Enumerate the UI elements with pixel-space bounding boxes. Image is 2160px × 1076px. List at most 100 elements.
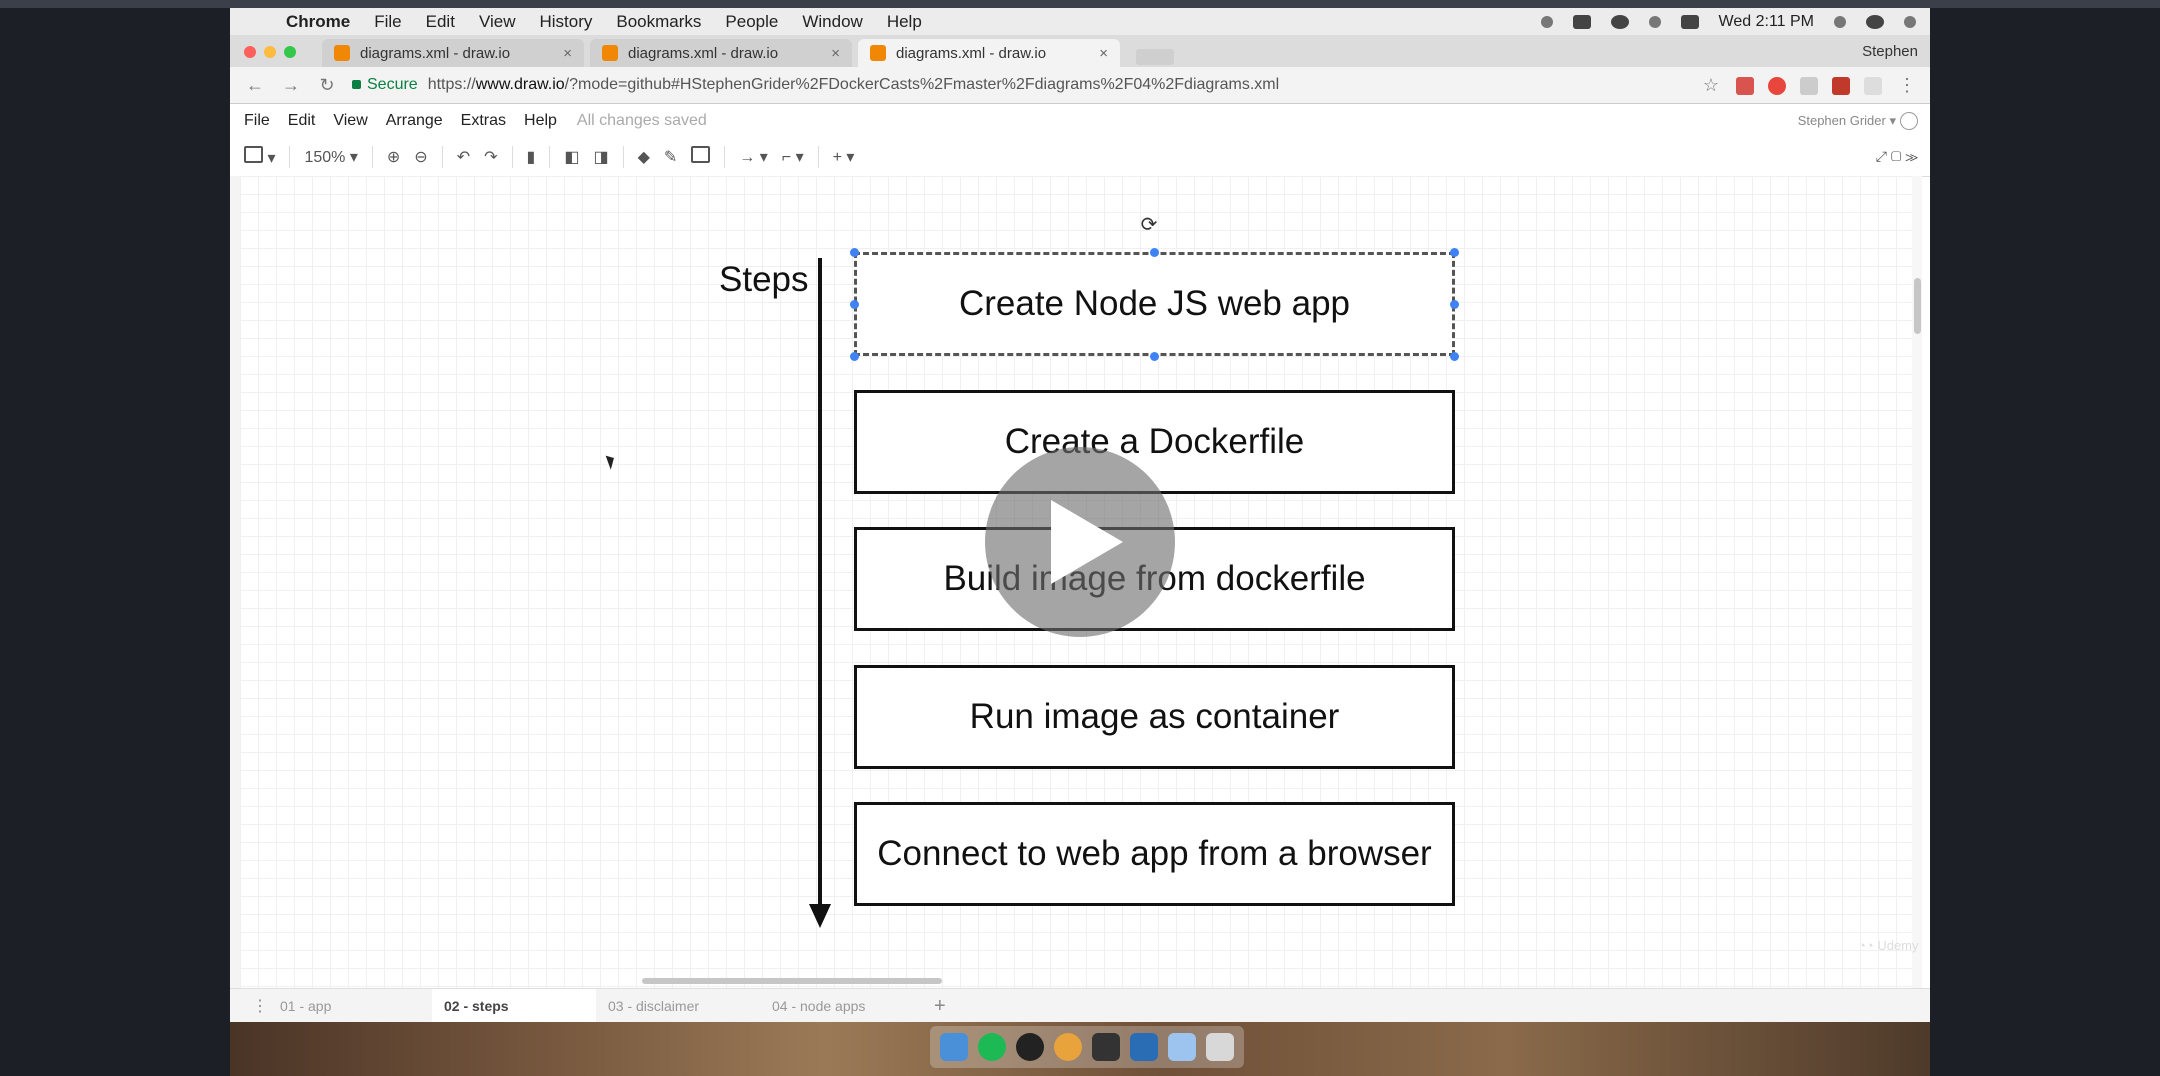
fullscreen-icon[interactable]: ⤢ ▢ ≫	[1876, 148, 1918, 165]
drawio-menu-extras[interactable]: Extras	[461, 112, 506, 130]
extension-icon[interactable]	[1736, 76, 1754, 95]
selection-handle[interactable]	[850, 300, 859, 309]
page-tab[interactable]: 01 - app	[268, 998, 432, 1014]
close-tab-icon[interactable]: ×	[831, 45, 840, 62]
downloads-folder-icon[interactable]	[1168, 1033, 1196, 1061]
step-box[interactable]: Connect to web app from a browser	[854, 802, 1455, 906]
selection-handle[interactable]	[850, 248, 859, 257]
drawio-menu-help[interactable]: Help	[524, 112, 557, 130]
selection-handle[interactable]	[1450, 248, 1459, 257]
vscode-icon[interactable]	[1130, 1033, 1158, 1061]
user-menu[interactable]: Stephen Grider ▾	[1798, 113, 1896, 129]
zoom-window-icon[interactable]	[284, 46, 296, 58]
forward-icon[interactable]: →	[280, 75, 302, 96]
siri-icon[interactable]	[1866, 14, 1884, 29]
close-tab-icon[interactable]: ×	[1099, 45, 1108, 62]
to-back-icon[interactable]: ◨	[593, 147, 608, 167]
clock[interactable]: Wed 2:11 PM	[1719, 13, 1814, 31]
line-color-icon[interactable]: ✎	[664, 147, 677, 167]
globe-icon[interactable]	[1900, 112, 1918, 130]
selection-handle[interactable]	[1450, 352, 1459, 361]
menu-app-name[interactable]: Chrome	[286, 12, 350, 32]
trash-icon[interactable]	[1206, 1033, 1234, 1061]
secure-indicator[interactable]: Secure	[352, 76, 418, 94]
horizontal-scroll-thumb[interactable]	[642, 978, 942, 984]
page-tab-active[interactable]: 02 - steps	[432, 989, 596, 1023]
menu-file[interactable]: File	[374, 12, 401, 32]
docker-icon[interactable]	[1572, 14, 1591, 29]
menu-edit[interactable]: Edit	[426, 12, 455, 32]
shadow-icon[interactable]	[691, 146, 711, 168]
page-tab[interactable]: 03 - disclaimer	[596, 998, 760, 1014]
save-status: All changes saved	[576, 112, 707, 129]
camera-icon[interactable]	[1610, 14, 1629, 29]
connection-style-icon[interactable]: → ▾	[739, 147, 767, 167]
undo-icon[interactable]: ↶	[457, 147, 470, 167]
redo-icon[interactable]: ↷	[484, 147, 497, 167]
drawio-menu-arrange[interactable]: Arrange	[386, 112, 443, 130]
close-window-icon[interactable]	[244, 46, 256, 58]
steps-arrow-line[interactable]	[818, 258, 822, 908]
step-box-selected[interactable]: Create Node JS web app	[854, 252, 1455, 356]
browser-tab[interactable]: diagrams.xml - draw.io ×	[322, 39, 584, 67]
tab-title: diagrams.xml - draw.io	[896, 44, 1047, 62]
zoom-out-icon[interactable]: ⊖	[414, 147, 427, 167]
drawio-menu-view[interactable]: View	[333, 112, 367, 130]
insert-icon[interactable]: + ▾	[833, 147, 855, 167]
add-page-icon[interactable]: +	[934, 995, 946, 1018]
menu-people[interactable]: People	[725, 12, 778, 32]
steps-label[interactable]: Steps	[719, 260, 809, 300]
terminal-icon[interactable]	[1092, 1033, 1120, 1061]
wifi-icon[interactable]	[1648, 15, 1661, 28]
extension-icon[interactable]	[1768, 76, 1786, 95]
play-icon[interactable]	[985, 447, 1175, 637]
spotlight-icon[interactable]	[1834, 15, 1846, 28]
back-icon[interactable]: ←	[244, 75, 266, 96]
close-tab-icon[interactable]: ×	[563, 45, 572, 62]
drawio-menu-file[interactable]: File	[244, 112, 270, 130]
finder-icon[interactable]	[940, 1033, 968, 1061]
notification-center-icon[interactable]	[1904, 15, 1916, 28]
page-tab[interactable]: 04 - node apps	[760, 998, 924, 1014]
menu-window[interactable]: Window	[802, 12, 862, 32]
extension-icon[interactable]	[1800, 76, 1818, 95]
profile-name[interactable]: Stephen	[1862, 43, 1918, 60]
delete-icon[interactable]: ▮	[527, 147, 536, 167]
format-panel-icon[interactable]: ▾	[244, 146, 275, 168]
drawio-menu-edit[interactable]: Edit	[288, 112, 316, 130]
menu-bookmarks[interactable]: Bookmarks	[616, 12, 701, 32]
menu-history[interactable]: History	[539, 12, 592, 32]
sidebar-collapsed-edge[interactable]	[230, 176, 240, 988]
selection-handle[interactable]	[1150, 352, 1159, 361]
status-icon[interactable]	[1540, 15, 1553, 28]
url-field[interactable]: https://www.draw.io/?mode=github#HStephe…	[428, 76, 1279, 94]
selection-handle[interactable]	[850, 352, 859, 361]
selection-handle[interactable]	[1150, 248, 1159, 257]
minimize-window-icon[interactable]	[264, 46, 276, 58]
step-box[interactable]: Run image as container	[854, 665, 1455, 769]
pages-menu-icon[interactable]: ⋮	[252, 996, 268, 1016]
reload-icon[interactable]: ↻	[316, 75, 338, 96]
menu-help[interactable]: Help	[887, 12, 922, 32]
to-front-icon[interactable]: ◧	[564, 147, 579, 167]
zoom-select[interactable]: 150% ▾	[304, 147, 357, 167]
rotate-icon[interactable]: ⟳	[1140, 215, 1158, 235]
obs-icon[interactable]	[1016, 1033, 1044, 1061]
waypoints-icon[interactable]: ⌐ ▾	[782, 147, 804, 167]
zoom-in-icon[interactable]: ⊕	[387, 147, 400, 167]
bookmark-star-icon[interactable]: ☆	[1700, 75, 1722, 96]
chrome-menu-icon[interactable]: ⋮	[1896, 75, 1918, 96]
fill-color-icon[interactable]: ◆	[638, 147, 650, 167]
selection-handle[interactable]	[1450, 300, 1459, 309]
step-box[interactable]: Create a Dockerfile	[854, 390, 1455, 494]
menu-view[interactable]: View	[479, 12, 516, 32]
browser-tab[interactable]: diagrams.xml - draw.io ×	[590, 39, 852, 67]
chrome-icon[interactable]	[1054, 1033, 1082, 1061]
browser-tab-active[interactable]: diagrams.xml - draw.io ×	[858, 39, 1120, 67]
vertical-scroll-thumb[interactable]	[1914, 278, 1921, 334]
new-tab-button[interactable]	[1136, 49, 1174, 65]
spotify-icon[interactable]	[978, 1033, 1006, 1061]
battery-icon[interactable]	[1680, 14, 1699, 29]
extension-icon[interactable]	[1832, 76, 1850, 95]
extension-icon[interactable]	[1864, 76, 1882, 95]
